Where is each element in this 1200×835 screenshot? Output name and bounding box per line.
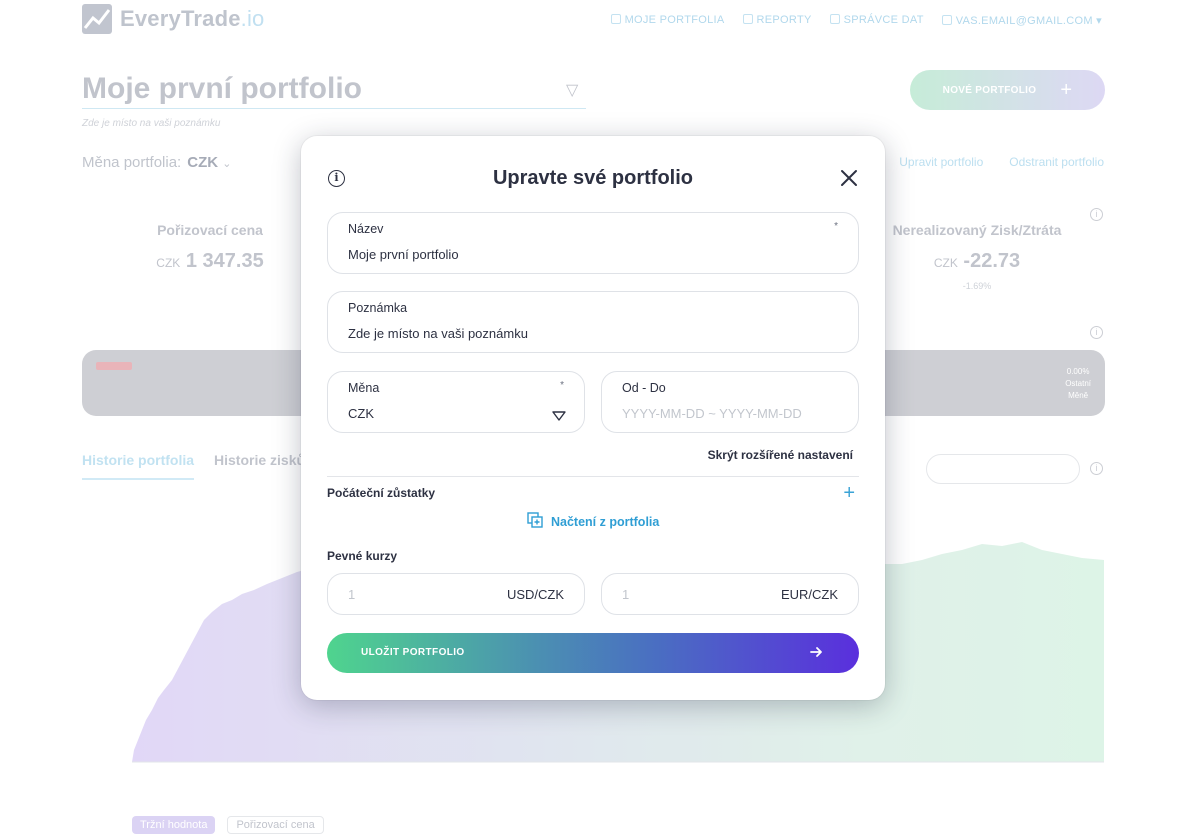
close-icon[interactable] [839, 168, 859, 188]
initial-balances-label: Počáteční zůstatky [327, 486, 436, 500]
arrow-right-icon [809, 645, 823, 662]
currency-label: Měna [348, 381, 380, 395]
add-balance-plus-icon[interactable]: + [843, 483, 855, 503]
currency-select[interactable]: Měna * CZK [327, 371, 585, 433]
divider [327, 476, 859, 477]
required-mark: * [560, 380, 564, 391]
hide-advanced-settings-link[interactable]: Skrýt rozšířené nastavení [708, 448, 853, 462]
fixed-rates-label: Pevné kurzy [327, 549, 398, 563]
name-label: Název [348, 222, 384, 236]
chevron-down-icon [552, 408, 566, 426]
save-portfolio-button[interactable]: ULOŽIT PORTFOLIO [327, 633, 859, 673]
note-label: Poznámka [348, 301, 408, 315]
eur-czk-rate-input[interactable]: 1 EUR/CZK [601, 573, 859, 615]
name-field[interactable]: Název * Moje první portfolio [327, 212, 859, 274]
note-value: Zde je místo na vaši poznámku [348, 326, 528, 341]
edit-portfolio-dialog: i Upravte své portfolio Název * Moje prv… [301, 136, 885, 700]
date-range-label: Od - Do [622, 381, 666, 395]
usd-czk-rate-input[interactable]: 1 USD/CZK [327, 573, 585, 615]
note-field[interactable]: Poznámka Zde je místo na vaši poznámku [327, 291, 859, 353]
date-range-field[interactable]: Od - Do YYYY-MM-DD ~ YYYY-MM-DD [601, 371, 859, 433]
dialog-title: Upravte své portfolio [492, 167, 694, 189]
required-mark: * [834, 221, 838, 232]
currency-value: CZK [348, 406, 374, 421]
name-value: Moje první portfolio [348, 247, 459, 262]
date-range-placeholder: YYYY-MM-DD ~ YYYY-MM-DD [622, 406, 802, 421]
copy-add-icon [527, 512, 543, 531]
load-from-portfolio-button[interactable]: Načtení z portfolia [527, 512, 659, 531]
